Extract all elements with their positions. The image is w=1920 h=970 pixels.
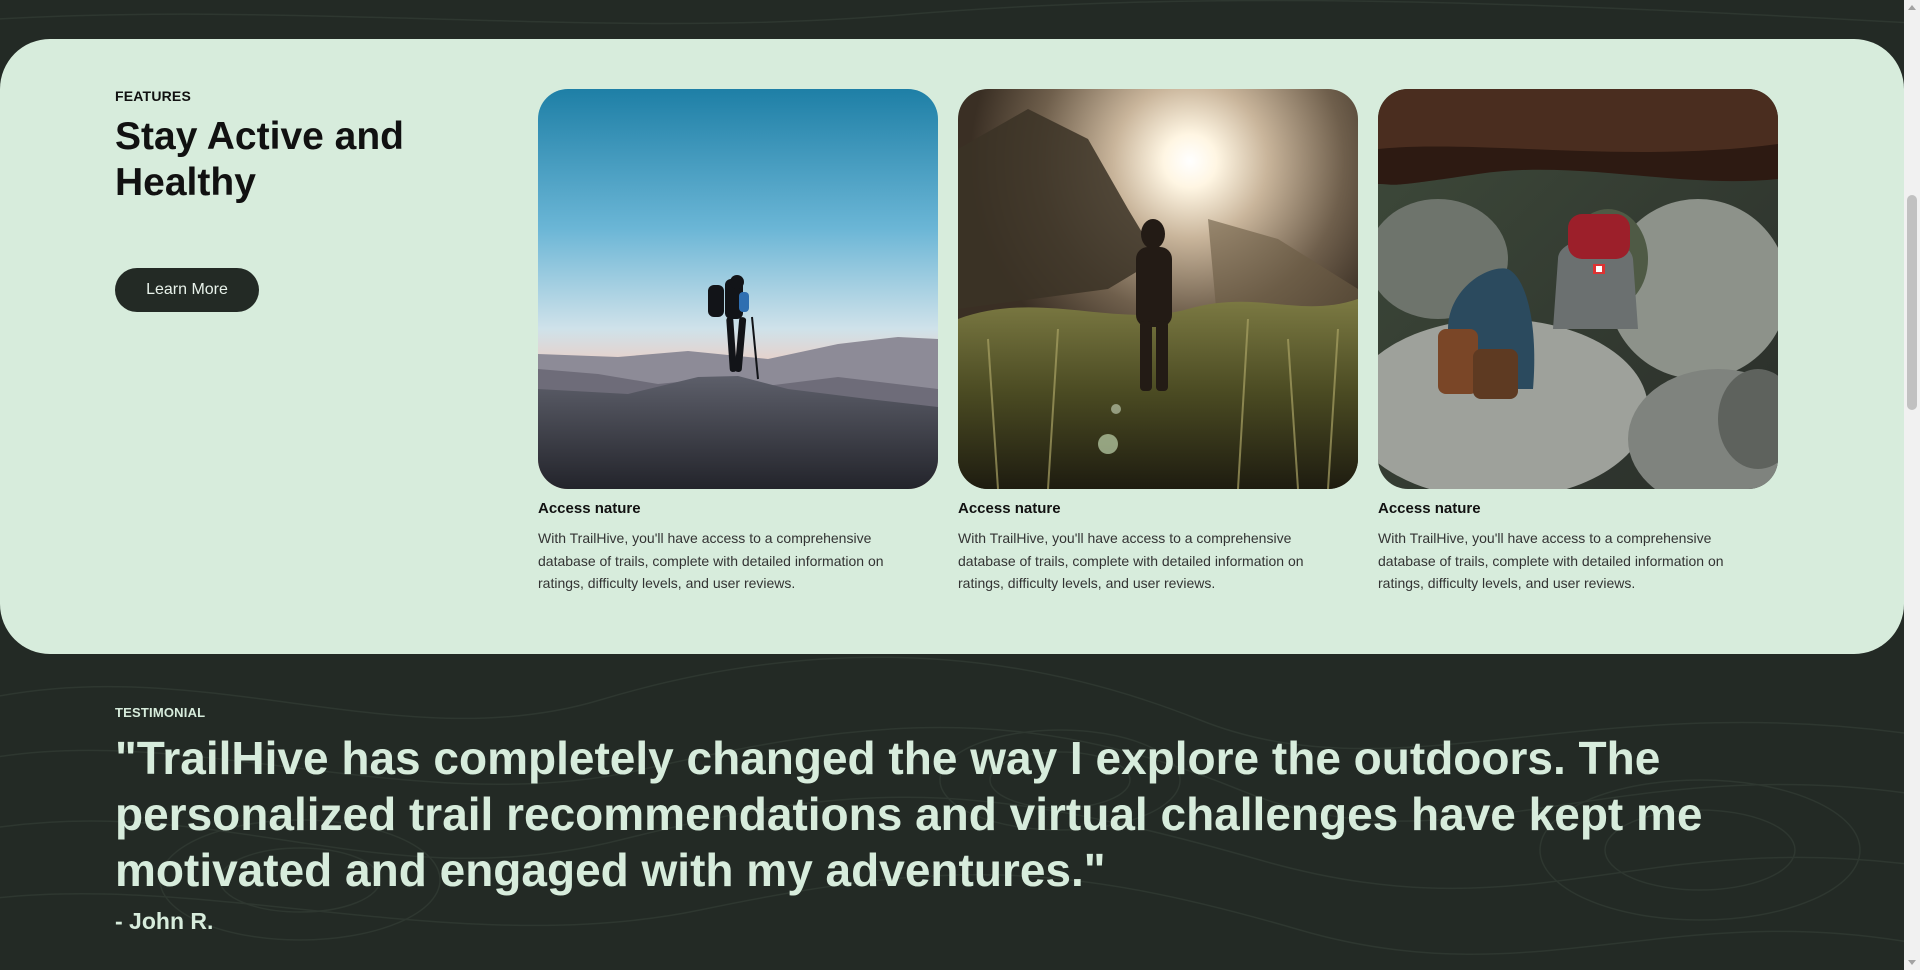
hiker-on-mountain-summit-photo [538,89,938,489]
testimonial-author: - John R. [115,908,214,934]
scroll-up-arrow-icon[interactable] [1908,5,1916,10]
testimonial-quote: "TrailHive has completely changed the wa… [115,732,1703,896]
testimonial-eyebrow: TESTIMONIAL [115,705,206,720]
features-intro: FEATURES Stay Active and Healthy Learn M… [115,88,475,312]
learn-more-button[interactable]: Learn More [115,268,259,312]
hiker-in-sunlit-forest-photo [958,89,1358,489]
vertical-scrollbar[interactable] [1904,0,1920,970]
feature-card: Access nature With TrailHive, you'll hav… [538,89,938,595]
feature-title: Access nature [1378,500,1481,517]
features-eyebrow: FEATURES [115,88,192,104]
page: FEATURES Stay Active and Healthy Learn M… [0,0,1920,970]
feature-description: With TrailHive, you'll have access to a … [1378,530,1724,591]
scroll-down-arrow-icon[interactable] [1908,960,1916,965]
feature-description: With TrailHive, you'll have access to a … [538,530,884,591]
testimonial-section: TESTIMONIAL "TrailHive has completely ch… [115,705,1815,935]
features-section: FEATURES Stay Active and Healthy Learn M… [0,39,1904,654]
feature-card: Access nature With TrailHive, you'll hav… [1378,89,1778,595]
backpacks-and-boots-on-rocks-photo [1378,89,1778,489]
scrollbar-thumb[interactable] [1907,195,1917,410]
feature-description: With TrailHive, you'll have access to a … [958,530,1304,591]
features-heading: Stay Active and Healthy [115,115,404,204]
feature-title: Access nature [538,500,641,517]
feature-title: Access nature [958,500,1061,517]
feature-card: Access nature With TrailHive, you'll hav… [958,89,1358,595]
